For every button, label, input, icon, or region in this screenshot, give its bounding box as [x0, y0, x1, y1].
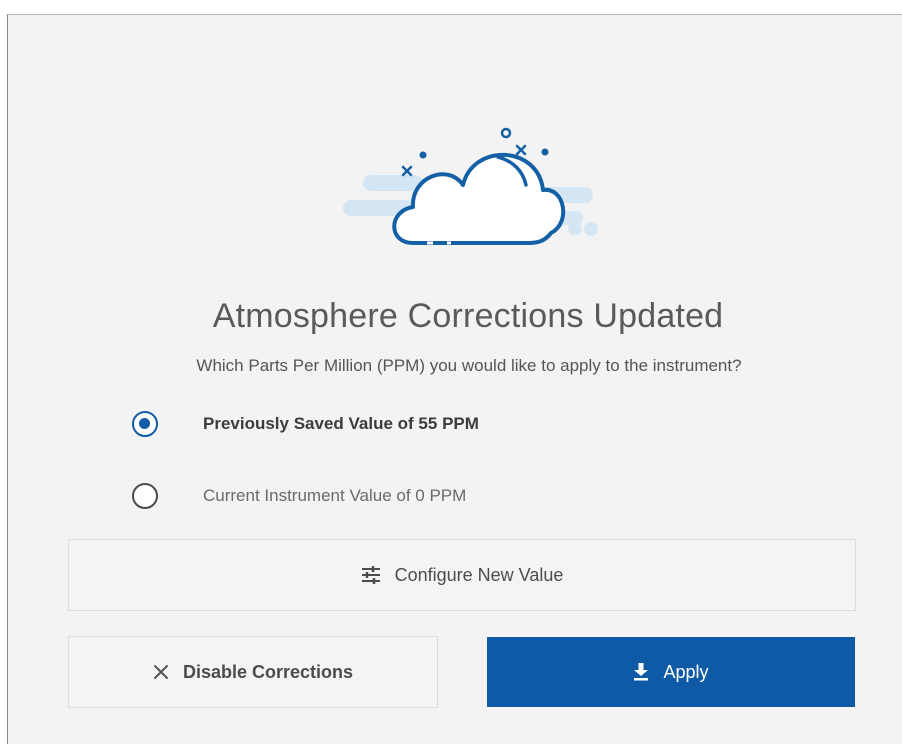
option-label: Current Instrument Value of 0 PPM: [203, 486, 467, 505]
option-current-instrument[interactable]: Current Instrument Value of 0 PPM: [132, 481, 466, 511]
disable-label: Disable Corrections: [182, 661, 354, 682]
dialog-title: Atmosphere Corrections Updated: [212, 297, 724, 335]
radio-selected-icon[interactable]: [132, 411, 158, 437]
configure-label: Configure New Value: [394, 564, 564, 585]
option-label: Previously Saved Value of 55 PPM: [203, 414, 479, 433]
apply-button[interactable]: Apply: [487, 637, 855, 707]
radio-unselected-icon[interactable]: [132, 483, 158, 509]
configure-new-value-button[interactable]: Configure New Value: [68, 539, 856, 611]
option-previously-saved[interactable]: Previously Saved Value of 55 PPM: [132, 409, 479, 439]
cloud-icon: [343, 127, 598, 245]
close-icon: [153, 664, 169, 680]
corrections-dialog: Atmosphere Corrections Updated Which Par…: [7, 14, 902, 744]
download-icon: [633, 663, 649, 681]
apply-label: Apply: [663, 661, 709, 682]
disable-corrections-button[interactable]: Disable Corrections: [68, 636, 438, 708]
dialog-subtitle: Which Parts Per Million (PPM) you would …: [196, 356, 742, 375]
sliders-icon: [361, 566, 381, 584]
